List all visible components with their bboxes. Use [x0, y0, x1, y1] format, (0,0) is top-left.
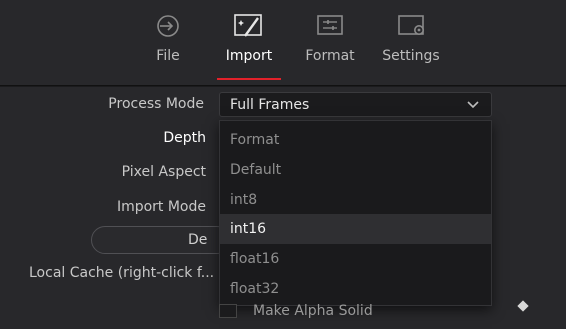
depth-dropdown-list: Format Default int8 int16 float16 float3… — [219, 120, 492, 306]
import-mode-label: Import Mode — [116, 199, 206, 215]
process-mode-select[interactable]: Full Frames — [219, 92, 492, 117]
depth-label: Depth — [163, 130, 206, 146]
dropdown-option[interactable]: int8 — [220, 185, 491, 215]
process-mode-label: Process Mode — [108, 96, 204, 112]
deinterlace-button[interactable]: De — [91, 226, 231, 254]
tab-bar: File Import Format Settings — [0, 0, 566, 86]
dropdown-option-selected[interactable]: int16 — [220, 214, 491, 244]
active-tab-indicator — [217, 78, 281, 80]
tab-settings-label: Settings — [382, 48, 440, 64]
tab-format[interactable]: Format — [290, 12, 370, 82]
pixel-aspect-label: Pixel Aspect — [121, 164, 206, 180]
dropdown-option[interactable]: float32 — [220, 274, 491, 304]
deinterlace-button-label: De — [188, 232, 208, 248]
sliders-icon — [317, 15, 343, 35]
dropdown-option[interactable]: Format — [220, 125, 491, 155]
tab-import[interactable]: Import — [209, 12, 289, 82]
tab-file-label: File — [156, 48, 180, 64]
tab-settings[interactable]: Settings — [371, 12, 451, 82]
tab-file[interactable]: File — [128, 12, 208, 82]
tab-format-label: Format — [305, 48, 355, 64]
tab-import-label: Import — [225, 48, 273, 64]
process-mode-value: Full Frames — [230, 97, 310, 113]
dropdown-option[interactable]: Default — [220, 155, 491, 185]
gear-icon — [398, 15, 424, 35]
file-import-icon — [157, 15, 179, 37]
magic-wand-icon — [234, 14, 262, 37]
dropdown-option[interactable]: float16 — [220, 244, 491, 274]
make-alpha-solid-label: Make Alpha Solid — [253, 303, 373, 319]
local-cache-label: Local Cache (right-click f... — [29, 265, 215, 281]
chevron-down-icon — [467, 101, 479, 109]
make-alpha-solid-checkbox[interactable] — [219, 304, 237, 318]
